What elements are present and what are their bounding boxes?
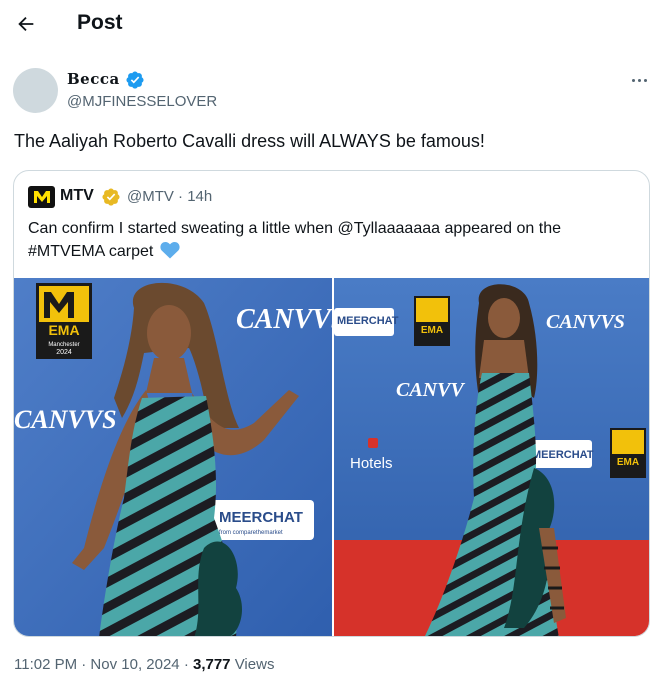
sponsor-logo: MEERCHAT: [219, 509, 303, 526]
ema-badge-text: EMA: [421, 325, 443, 336]
right-photo[interactable]: MEERCHAT EMA CANVVS CANVV Hotels MEERCHA…: [334, 278, 649, 636]
page-title: Post: [77, 11, 123, 34]
ema-badge-city: Manchester: [48, 342, 79, 348]
quoted-author-name[interactable]: MTV: [60, 187, 94, 205]
post-meta: 11:02 PM · Nov 10, 2024 · 3,777 Views: [14, 656, 274, 673]
left-photo[interactable]: EMA Manchester 2024 CANVVS CANVVS MEERCH…: [14, 278, 332, 636]
post-timestamp[interactable]: 11:02 PM · Nov 10, 2024 ·: [14, 656, 193, 673]
post-text: The Aaliyah Roberto Cavalli dress will A…: [14, 131, 485, 151]
avatar[interactable]: [13, 68, 58, 113]
ema-badge-year: 2024: [56, 349, 72, 356]
quoted-author-handle[interactable]: @MTV · 14h: [127, 188, 212, 205]
sponsor-logo: Hotels: [350, 455, 393, 472]
author-name[interactable]: Becca: [67, 70, 120, 88]
ema-badge-text-2: EMA: [617, 457, 639, 468]
dot-icon: [631, 78, 635, 82]
mtv-logo-icon: [28, 186, 55, 208]
sponsor-logo: CANVVS: [236, 304, 332, 335]
arrow-left-icon: [18, 16, 34, 32]
ema-badge-text: EMA: [48, 322, 79, 338]
sponsor-logo-sub: from comparethemarket: [219, 530, 283, 536]
dot-icon: [643, 78, 647, 82]
quoted-post-text: Can confirm I started sweating a little …: [28, 217, 638, 263]
views-count: 3,777: [192, 656, 231, 673]
blue-heart-icon: [160, 242, 180, 259]
sponsor-logo: MEERCHAT: [532, 449, 594, 461]
verified-badge-icon: [126, 71, 144, 89]
back-button[interactable]: [12, 10, 40, 38]
top-bar: Post: [0, 0, 664, 50]
quoted-post-card[interactable]: MTV @MTV · 14h Can confirm I started swe…: [13, 170, 650, 637]
author-handle[interactable]: @MJFINESSELOVER: [67, 93, 217, 110]
sponsor-logo: CANVV: [396, 379, 465, 401]
sponsor-logo: CANVVS: [546, 311, 625, 333]
gold-verified-badge-icon: [102, 188, 120, 206]
views-label: Views: [230, 656, 275, 673]
dot-icon: [637, 78, 641, 82]
sponsor-logo: MEERCHAT: [337, 315, 399, 327]
quoted-post-body: Can confirm I started sweating a little …: [28, 220, 561, 260]
more-options-button[interactable]: [626, 70, 652, 90]
sponsor-logo: CANVVS: [14, 405, 117, 434]
